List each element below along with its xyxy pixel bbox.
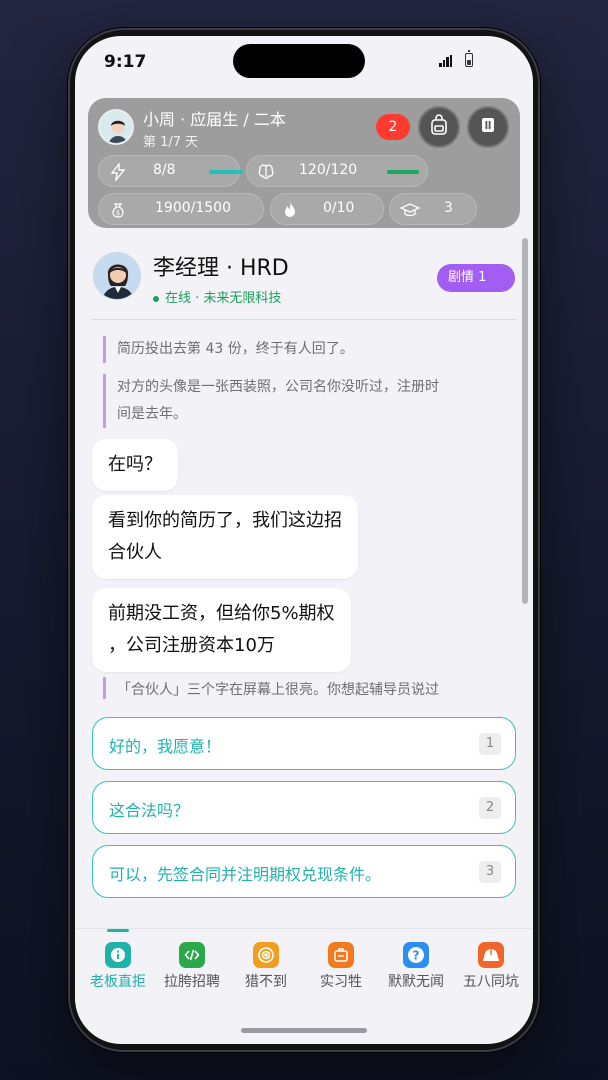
helmet-icon	[478, 942, 504, 968]
chat-scrollbar[interactable]	[520, 238, 530, 604]
narration-line: 简历投出去第 43 份，终于有人回了。	[103, 336, 354, 363]
tab-label: 五八同坑	[463, 974, 519, 990]
pause-button[interactable]	[467, 106, 509, 148]
choice-text: 这合法吗？	[109, 801, 190, 820]
tab-label: 默默无闻	[388, 974, 444, 990]
tab-momo-wuwen[interactable]: ? 默默无闻	[379, 929, 451, 1003]
question-icon: ?	[403, 942, 429, 968]
player-status-panel: 小周 · 应届生 / 二本 第 1/7 天 2 8/8 120/120 $ 19…	[88, 98, 520, 228]
message-bubble: 前期没工资，但给你5%期权 ，公司注册资本10万	[92, 588, 351, 672]
graduation-cap-icon	[399, 201, 421, 219]
dynamic-island	[233, 44, 365, 78]
battery-icon	[465, 50, 473, 67]
pause-icon	[478, 115, 498, 139]
tab-lakua-zhaopin[interactable]: 拉胯招聘	[155, 929, 227, 1003]
app-screen: 9:17 小周 · 应届生 / 二本 第 1/7 天 2 8/8 120/120…	[75, 36, 533, 1044]
narration-line: 对方的头像是一张西装照，公司名你没听过，注册时 间是去年。	[103, 374, 439, 428]
choice-text: 可以，先签合同并注明期权兑现条件。	[109, 865, 382, 884]
header-divider	[91, 319, 517, 320]
tab-laoban-zhiju[interactable]: 老板直拒	[81, 929, 153, 1003]
choice-key: 3	[479, 861, 501, 883]
notification-badge[interactable]: 2	[376, 114, 410, 140]
stress-value: 0/10	[323, 200, 355, 216]
contact-name: 李经理 · HRD	[153, 256, 289, 281]
lightning-icon	[109, 161, 127, 183]
choice-button-3[interactable]: 可以，先签合同并注明期权兑现条件。 3	[92, 845, 516, 898]
money-value: 1900/1500	[155, 200, 231, 216]
svg-text:$: $	[116, 209, 120, 217]
active-tab-indicator	[107, 929, 129, 932]
choice-key: 2	[479, 797, 501, 819]
choice-text: 好的，我愿意！	[109, 737, 222, 756]
home-indicator[interactable]	[241, 1028, 367, 1033]
player-name: 小周 · 应届生 / 二本	[143, 110, 286, 129]
tab-label: 老板直拒	[90, 974, 146, 990]
player-avatar[interactable]	[98, 109, 134, 145]
backpack-icon	[427, 113, 451, 141]
online-dot-icon	[153, 295, 159, 302]
status-bar: 9:17	[75, 36, 533, 92]
mind-bar	[387, 170, 419, 174]
status-time: 9:17	[104, 52, 147, 72]
contact-status: 在线 · 未来无限科技	[153, 287, 281, 306]
tab-label: 实习牲	[320, 974, 362, 990]
choice-button-1[interactable]: 好的，我愿意！ 1	[92, 717, 516, 770]
message-bubble: 在吗？	[92, 439, 178, 491]
plot-tag[interactable]: 剧情 1	[437, 264, 515, 292]
tab-label: 猎不到	[245, 974, 287, 990]
choice-key: 1	[479, 733, 501, 755]
backpack-button[interactable]	[418, 106, 460, 148]
code-icon	[179, 942, 205, 968]
energy-value: 8/8	[153, 162, 176, 178]
chat-header: 李经理 · HRD 在线 · 未来无限科技 剧情 1	[75, 240, 533, 320]
badge-icon	[328, 942, 354, 968]
education-stat: 3	[389, 193, 477, 225]
choices-panel: 好的，我愿意！ 1 这合法吗？ 2 可以，先签合同并注明期权兑现条件。 3	[75, 699, 533, 927]
brain-icon	[257, 163, 275, 181]
education-value: 3	[444, 200, 453, 216]
message-bubble: 看到你的简历了，我们这边招 合伙人	[92, 495, 358, 579]
tab-shixi-sheng[interactable]: 实习牲	[304, 929, 376, 1003]
bottom-tab-bar: 老板直拒 拉胯招聘 猎不到 实习牲 ? 默默无闻 五八同坑	[75, 928, 533, 1002]
info-icon	[105, 942, 131, 968]
contact-status-text: 在线 · 未来无限科技	[165, 291, 282, 306]
energy-stat: 8/8	[98, 155, 243, 187]
target-icon	[253, 942, 279, 968]
mind-stat: 120/120	[246, 155, 428, 187]
choice-button-2[interactable]: 这合法吗？ 2	[92, 781, 516, 834]
money-stat: $ 1900/1500	[98, 193, 264, 225]
signal-icon	[439, 55, 453, 67]
tab-wuba-tongkeng[interactable]: 五八同坑	[454, 929, 526, 1003]
energy-bar	[209, 170, 243, 174]
stress-stat: 0/10	[270, 193, 384, 225]
tab-label: 拉胯招聘	[164, 974, 220, 990]
mind-value: 120/120	[299, 162, 358, 178]
day-counter: 第 1/7 天	[143, 135, 199, 150]
tab-lie-budao[interactable]: 猎不到	[229, 929, 301, 1003]
contact-avatar[interactable]	[93, 252, 141, 300]
money-bag-icon: $	[109, 201, 127, 219]
svg-text:?: ?	[413, 949, 420, 963]
scrollbar-thumb[interactable]	[522, 238, 528, 604]
flame-icon	[281, 201, 299, 219]
